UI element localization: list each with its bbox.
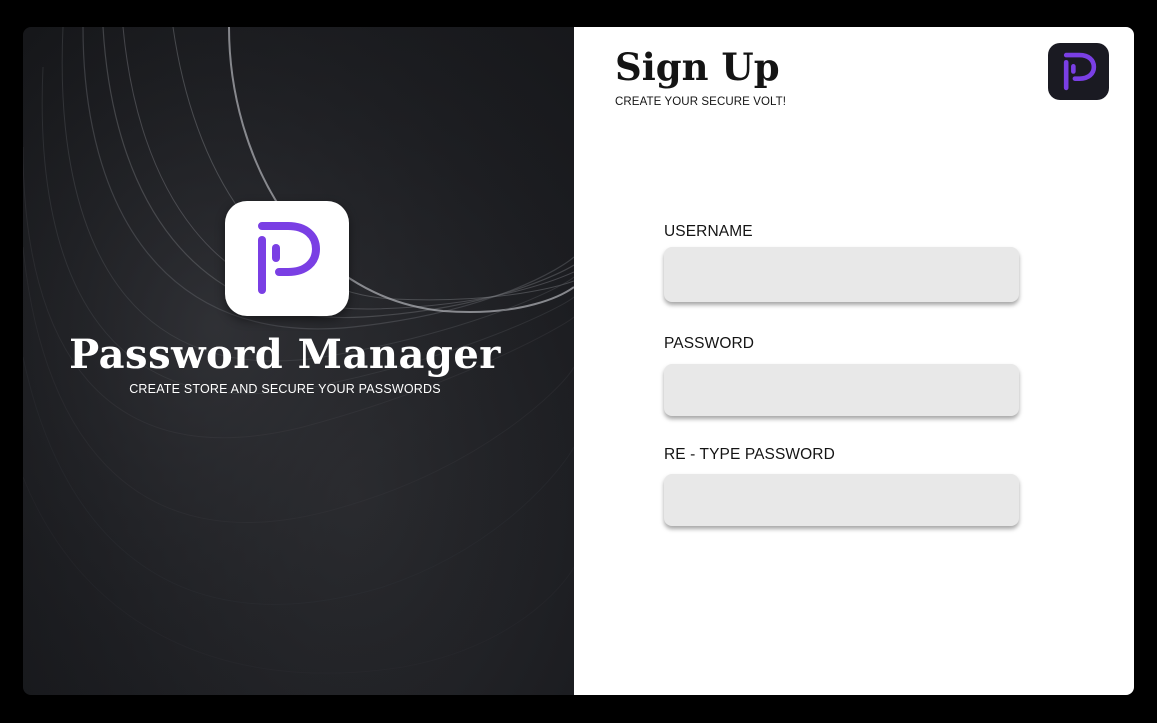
- password-field[interactable]: [664, 364, 1019, 416]
- retype-password-label: RE - TYPE PASSWORD: [664, 446, 835, 463]
- purple-p-logo-icon: [258, 221, 320, 294]
- app-name-heading: Password Manager: [69, 331, 501, 378]
- page-subtitle: CREATE YOUR SECURE VOLT!: [615, 96, 787, 108]
- app-window: Password Manager CREATE STORE AND SECURE…: [23, 27, 1134, 695]
- corner-logo: [1048, 43, 1109, 100]
- branding-panel: Password Manager CREATE STORE AND SECURE…: [23, 27, 574, 695]
- page-title: Sign Up: [615, 45, 780, 89]
- password-label: PASSWORD: [664, 335, 755, 352]
- app-tagline: CREATE STORE AND SECURE YOUR PASSWORDS: [129, 382, 441, 396]
- app-logo-tile: [225, 201, 349, 316]
- purple-p-logo-icon: [1063, 52, 1096, 90]
- signup-panel: Sign Up CREATE YOUR SECURE VOLT! USERNAM…: [574, 27, 1134, 695]
- retype-password-field[interactable]: [664, 474, 1019, 526]
- username-field[interactable]: [664, 247, 1019, 302]
- username-label: USERNAME: [664, 223, 753, 240]
